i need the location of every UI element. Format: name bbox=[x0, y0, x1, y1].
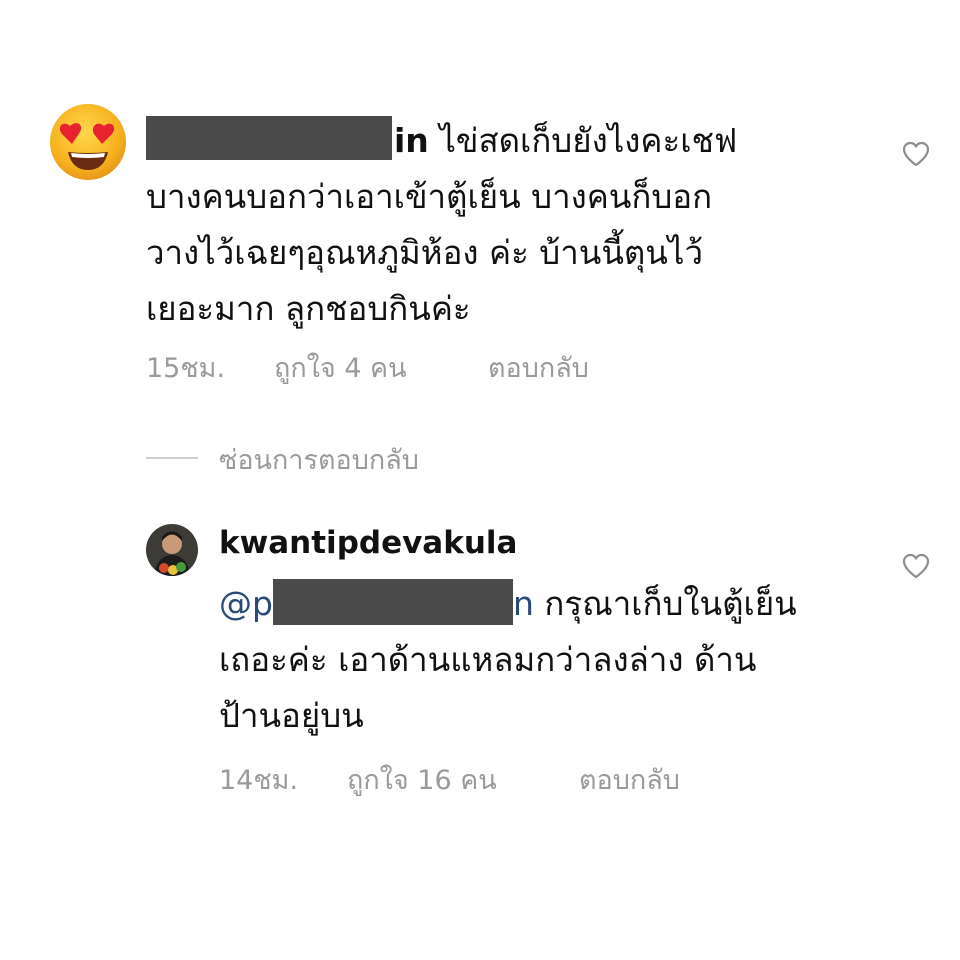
heart-eyes-emoji-avatar[interactable] bbox=[48, 102, 128, 182]
hide-replies-divider bbox=[146, 457, 198, 459]
reply-likes-link[interactable]: ถูกใจ 16 คน bbox=[347, 758, 579, 801]
comment-reply-button[interactable]: ตอบกลับ bbox=[488, 346, 589, 389]
mention-suffix[interactable]: n bbox=[513, 584, 534, 623]
reply-text-line-2: เถอะค่ะ เอาด้านแหลมกว่าลงล่าง ด้าน bbox=[219, 640, 757, 679]
comment-likes-link[interactable]: ถูกใจ 4 คน bbox=[274, 346, 488, 389]
reply-line: @p n กรุณาเก็บในตู้เย็น bbox=[219, 576, 879, 632]
comment-text-line-1: ไข่สดเก็บยังไงคะเชฟ bbox=[439, 121, 738, 160]
reply-text-line-3: ป้านอยู่บน bbox=[219, 696, 364, 735]
comment-line: in ไข่สดเก็บยังไงคะเชฟ bbox=[146, 113, 866, 169]
redacted-username bbox=[146, 116, 392, 160]
redacted-mention bbox=[272, 579, 513, 625]
mention-prefix[interactable]: @p bbox=[219, 584, 273, 623]
reply-meta: 14ชม. ถูกใจ 16 คน ตอบกลับ bbox=[219, 758, 680, 801]
reply-body: @p n กรุณาเก็บในตู้เย็น เถอะค่ะ เอาด้านแห… bbox=[219, 576, 879, 744]
reply-username[interactable]: kwantipdevakula bbox=[219, 525, 517, 561]
profile-photo-icon bbox=[146, 524, 198, 576]
comment-text-line-4: เยอะมาก ลูกชอบกินค่ะ bbox=[146, 289, 471, 328]
comment-time: 15ชม. bbox=[146, 353, 226, 384]
reply-text-line-1: กรุณาเก็บในตู้เย็น bbox=[544, 584, 797, 623]
reply-time: 14ชม. bbox=[219, 765, 299, 796]
heart-eyes-emoji-icon bbox=[50, 104, 126, 180]
comment-body: in ไข่สดเก็บยังไงคะเชฟ บางคนบอกว่าเอาเข้… bbox=[146, 113, 866, 337]
comment-text-line-3: วางไว้เฉยๆอุณหภูมิห้อง ค่ะ บ้านนี้ตุนไว้ bbox=[146, 233, 703, 272]
comment-text-line-2: บางคนบอกว่าเอาเข้าตู้เย็น บางคนก็บอก bbox=[146, 177, 713, 216]
reply-reply-button[interactable]: ตอบกลับ bbox=[579, 758, 680, 801]
comment-meta: 15ชม. ถูกใจ 4 คน ตอบกลับ bbox=[146, 346, 589, 389]
like-heart-icon[interactable] bbox=[902, 553, 930, 579]
hide-replies-button[interactable]: ซ่อนการตอบกลับ bbox=[219, 438, 419, 481]
like-heart-icon[interactable] bbox=[902, 141, 930, 167]
reply-avatar[interactable] bbox=[146, 524, 198, 576]
comment-username-suffix[interactable]: in bbox=[394, 121, 429, 160]
